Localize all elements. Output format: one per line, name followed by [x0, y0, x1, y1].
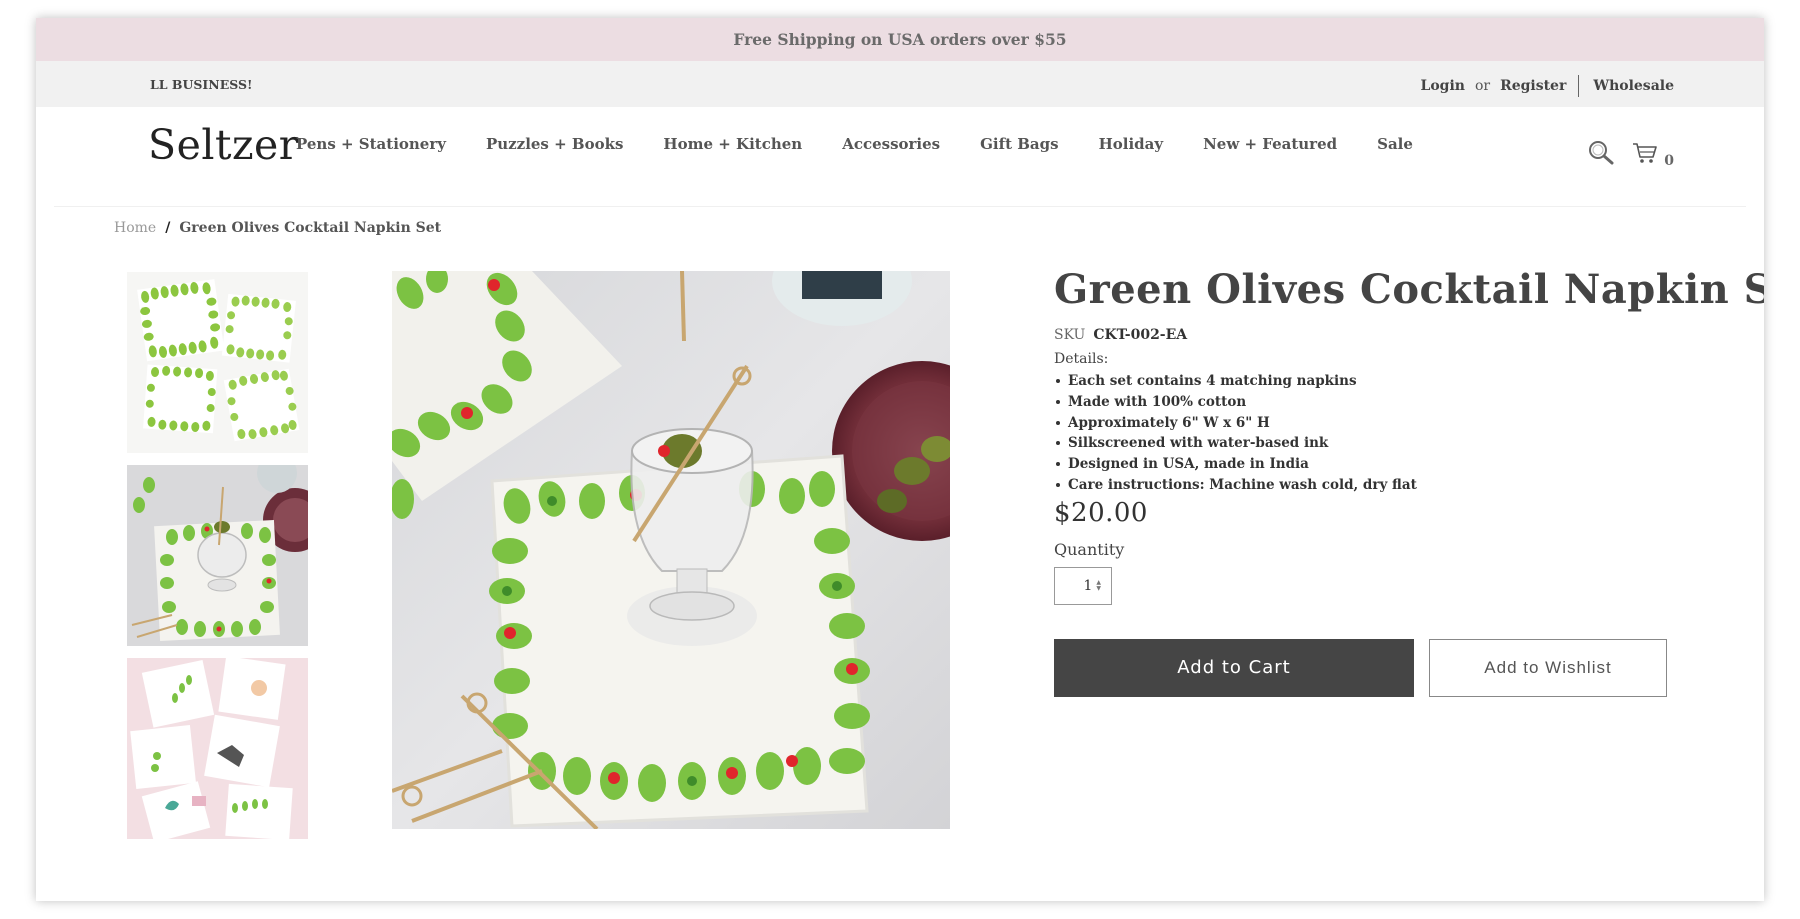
add-to-cart-button[interactable]: Add to Cart	[1054, 638, 1414, 697]
breadcrumb-separator: /	[165, 220, 171, 236]
detail-item: Silkscreened with water-based ink	[1054, 433, 1694, 454]
account-links: Login or Register Wholesale	[1420, 75, 1674, 97]
sku-value: CKT-002-EA	[1093, 327, 1188, 343]
nav-item-accessories[interactable]: Accessories	[842, 135, 940, 153]
nav-item-puzzles-books[interactable]: Puzzles + Books	[486, 135, 623, 153]
nav-item-new-featured[interactable]: New + Featured	[1203, 135, 1337, 153]
cart-button[interactable]: 0	[1632, 141, 1674, 169]
detail-item: Designed in USA, made in India	[1054, 454, 1694, 475]
sku-label: SKU	[1054, 327, 1086, 343]
product-price: $20.00	[1054, 497, 1148, 528]
promo-text: Free Shipping on USA orders over $55	[733, 30, 1067, 49]
breadcrumb: Home / Green Olives Cocktail Napkin Set	[114, 220, 441, 236]
nav-item-holiday[interactable]: Holiday	[1099, 135, 1164, 153]
utility-left-text: LL BUSINESS!	[150, 77, 253, 92]
register-link[interactable]: Register	[1500, 78, 1566, 94]
page-card: Free Shipping on USA orders over $55 LL …	[36, 18, 1764, 901]
detail-item: Care instructions: Machine wash cold, dr…	[1054, 475, 1694, 496]
detail-item: Made with 100% cotton	[1054, 392, 1694, 413]
main-product-image[interactable]	[392, 271, 950, 829]
quantity-value: 1	[1083, 577, 1093, 594]
details-list: Each set contains 4 matching napkins Mad…	[1054, 371, 1694, 496]
quantity-stepper[interactable]: 1 ▲ ▼	[1054, 566, 1112, 605]
nav-item-home-kitchen[interactable]: Home + Kitchen	[663, 135, 802, 153]
detail-item: Each set contains 4 matching napkins	[1054, 371, 1694, 392]
thumbnail-3[interactable]	[127, 658, 308, 839]
details-label: Details:	[1054, 351, 1109, 367]
add-to-wishlist-button[interactable]: Add to Wishlist	[1429, 638, 1667, 697]
quantity-label: Quantity	[1054, 539, 1125, 559]
promo-banner: Free Shipping on USA orders over $55	[36, 18, 1764, 61]
product-title: Green Olives Cocktail Napkin Set	[1054, 266, 1764, 313]
nav-item-sale[interactable]: Sale	[1377, 135, 1413, 153]
search-icon[interactable]	[1588, 139, 1614, 169]
login-link[interactable]: Login	[1420, 78, 1464, 94]
header-icons: 0	[1588, 139, 1674, 169]
breadcrumb-home[interactable]: Home	[114, 220, 156, 236]
action-buttons: Add to Cart Add to Wishlist	[1054, 638, 1694, 697]
or-text: or	[1474, 78, 1491, 94]
thumbnail-gallery	[127, 272, 308, 839]
spinner-arrows-icon[interactable]: ▲ ▼	[1096, 579, 1101, 592]
nav-item-gift-bags[interactable]: Gift Bags	[980, 135, 1058, 153]
thumbnail-2[interactable]	[127, 465, 308, 646]
detail-item: Approximately 6" W x 6" H	[1054, 413, 1694, 434]
thumbnail-1[interactable]	[127, 272, 308, 453]
logo[interactable]: Seltzer	[148, 121, 299, 169]
main-header: Seltzer Pens + Stationery Puzzles + Book…	[36, 107, 1764, 207]
sku-row: SKU CKT-002-EA	[1054, 327, 1694, 343]
cart-count: 0	[1664, 153, 1674, 169]
utility-divider	[1578, 75, 1580, 97]
wholesale-link[interactable]: Wholesale	[1593, 78, 1674, 94]
product-info: Green Olives Cocktail Napkin Set SKU CKT…	[1054, 266, 1764, 697]
nav-item-pens-stationery[interactable]: Pens + Stationery	[296, 135, 446, 153]
main-nav: Pens + Stationery Puzzles + Books Home +…	[296, 135, 1453, 153]
breadcrumb-current: Green Olives Cocktail Napkin Set	[179, 220, 442, 236]
cart-icon	[1632, 141, 1658, 169]
utility-bar: LL BUSINESS! Login or Register Wholesale	[36, 61, 1764, 107]
header-divider	[54, 206, 1746, 207]
